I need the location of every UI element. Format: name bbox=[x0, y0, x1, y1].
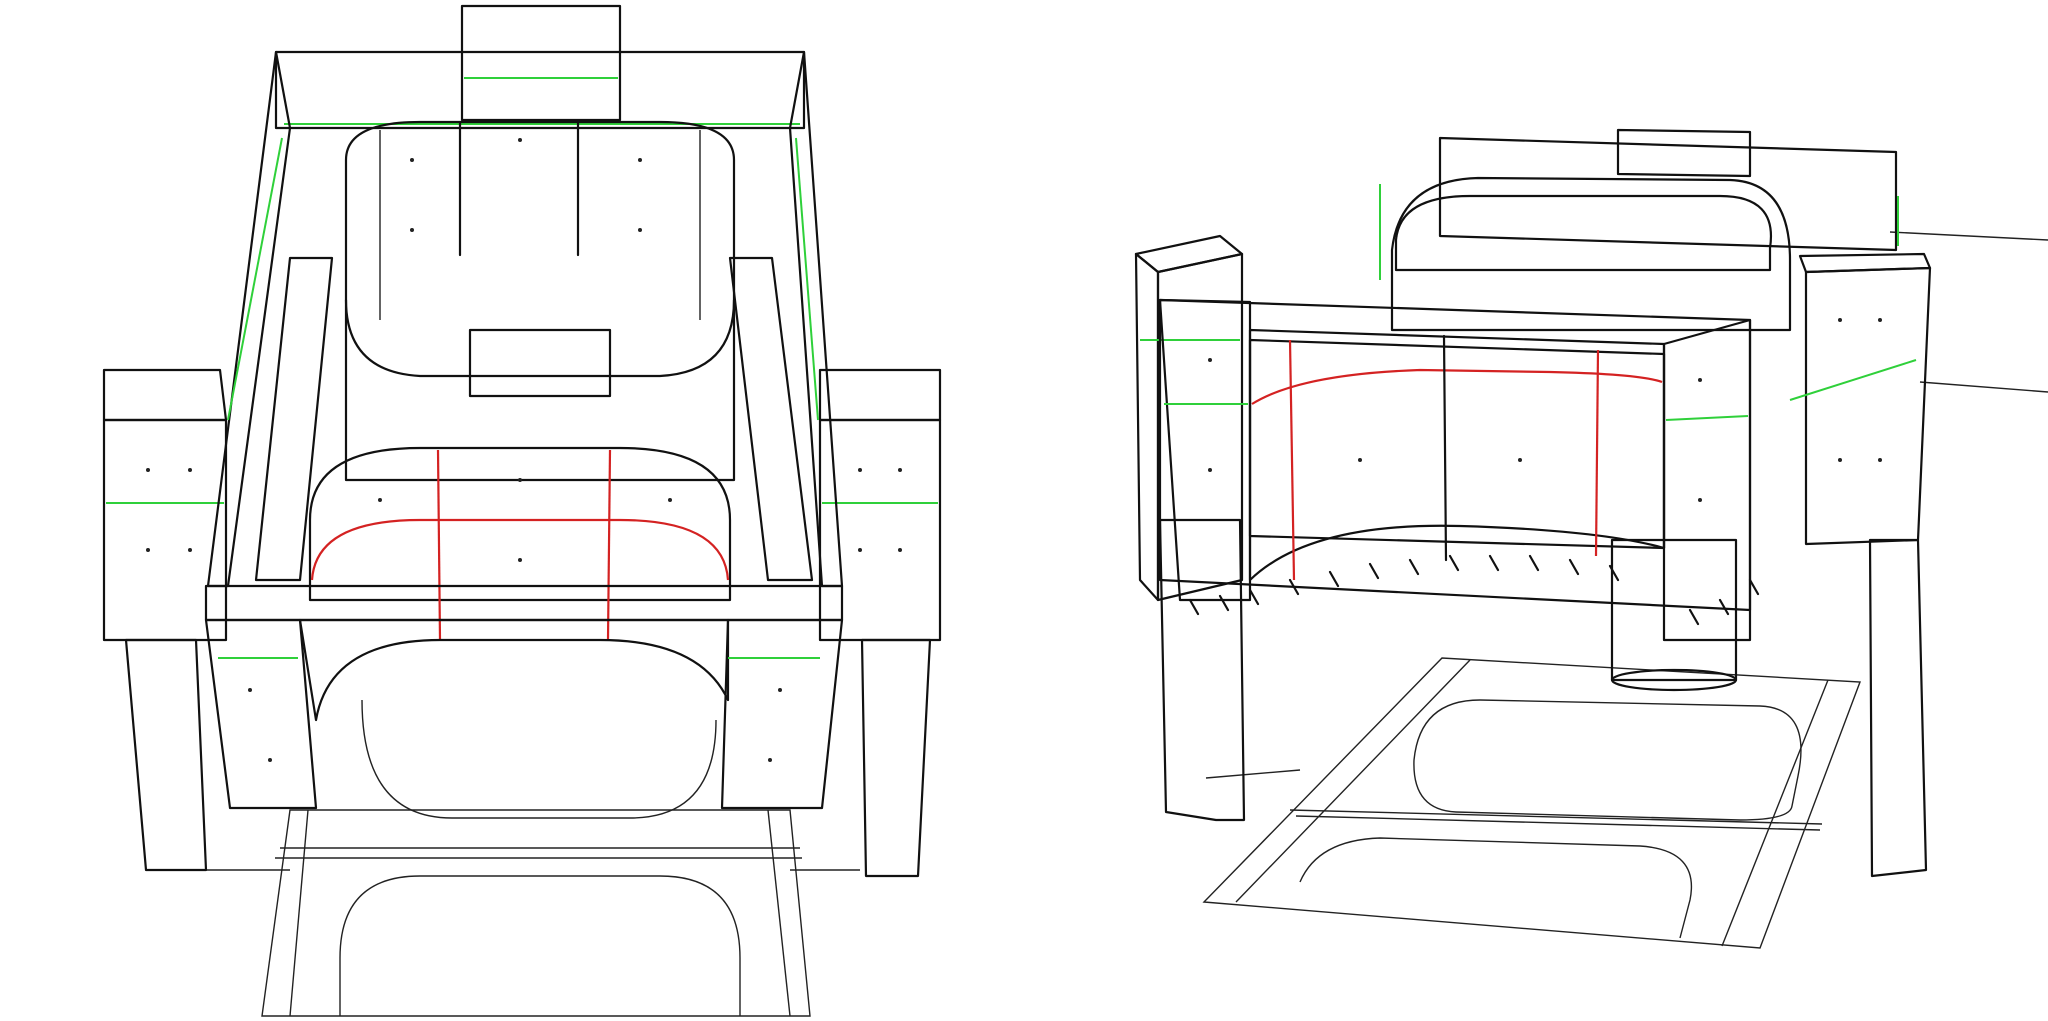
top-perspective-view bbox=[102, 4, 942, 1017]
front-frame bbox=[204, 584, 844, 810]
main-side-box bbox=[1158, 298, 1752, 692]
rear-enclosure bbox=[1379, 128, 1899, 332]
stair-runs bbox=[254, 256, 814, 582]
floor-outline-left bbox=[200, 699, 860, 1017]
side-right-tower bbox=[1789, 252, 1932, 878]
side-left-tower bbox=[1134, 234, 1246, 822]
right-tower bbox=[818, 368, 942, 878]
formwork-diagram bbox=[102, 4, 2048, 1017]
form-brackets bbox=[1188, 554, 1760, 626]
upper-curved-form bbox=[344, 120, 736, 482]
lower-curved-form bbox=[308, 446, 732, 641]
side-perspective-view bbox=[1134, 128, 2048, 949]
floor-outline-right bbox=[1202, 657, 1861, 949]
back-enclosure bbox=[206, 4, 844, 588]
